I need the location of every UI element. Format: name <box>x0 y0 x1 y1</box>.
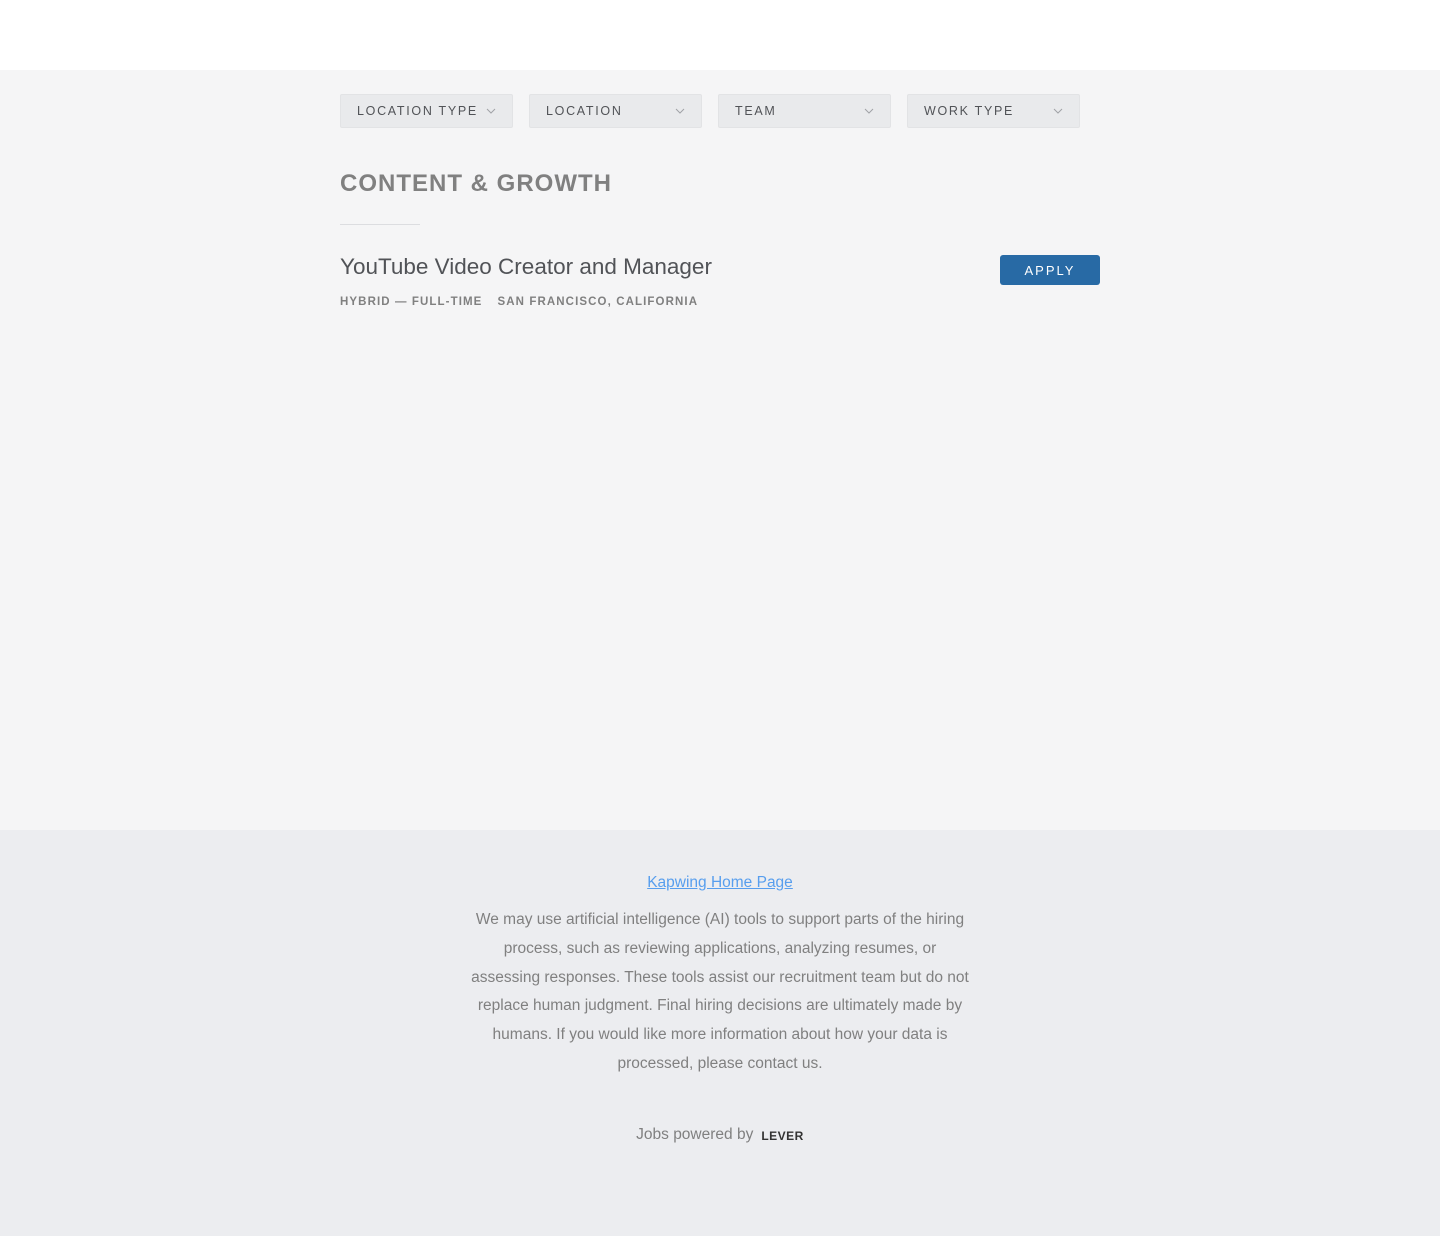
team-section-title: CONTENT & GROWTH <box>340 170 612 197</box>
chevron-down-icon <box>486 106 496 116</box>
job-list-main: LOCATION TYPE LOCATION TEAM WORK TYPE CO… <box>0 70 1440 830</box>
filter-work-type[interactable]: WORK TYPE <box>907 94 1080 128</box>
chevron-down-icon <box>675 106 685 116</box>
top-header-bar <box>0 0 1440 70</box>
powered-by: Jobs powered by LEVER <box>0 1126 1440 1144</box>
filter-location[interactable]: LOCATION <box>529 94 702 128</box>
posting-commitment: HYBRID — FULL-TIME <box>340 296 483 308</box>
filter-label: LOCATION TYPE <box>357 104 478 118</box>
filter-label: LOCATION <box>546 104 623 118</box>
chevron-down-icon <box>864 106 874 116</box>
filter-label: WORK TYPE <box>924 104 1015 118</box>
filter-team[interactable]: TEAM <box>718 94 891 128</box>
posting-location: SAN FRANCISCO, CALIFORNIA <box>497 296 699 308</box>
filter-bar: LOCATION TYPE LOCATION TEAM WORK TYPE <box>340 94 1080 128</box>
posting-title-link[interactable]: YouTube Video Creator and Manager <box>340 254 712 280</box>
home-page-link[interactable]: Kapwing Home Page <box>647 874 793 891</box>
lever-logo[interactable]: LEVER <box>761 1129 804 1143</box>
ai-disclaimer-text: We may use artificial intelligence (AI) … <box>471 911 969 1072</box>
apply-button[interactable]: APPLY <box>1000 255 1100 285</box>
chevron-down-icon <box>1053 106 1063 116</box>
powered-by-text: Jobs powered by <box>636 1126 754 1143</box>
section-divider <box>340 224 420 225</box>
filter-location-type[interactable]: LOCATION TYPE <box>340 94 513 128</box>
posting-categories: HYBRID — FULL-TIME SAN FRANCISCO, CALIFO… <box>340 296 698 308</box>
footer-link-wrapper: Kapwing Home Page <box>0 874 1440 892</box>
page-footer: Kapwing Home Page We may use artificial … <box>0 830 1440 1236</box>
filter-label: TEAM <box>735 104 777 118</box>
